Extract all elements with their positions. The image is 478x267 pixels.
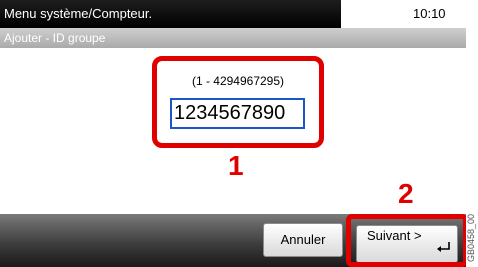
- screen-title: Menu système/Compteur.: [4, 6, 153, 21]
- callout-box-2: [346, 214, 468, 267]
- device-screen: Menu système/Compteur. 10:10 Ajouter - I…: [0, 0, 468, 267]
- cancel-button[interactable]: Annuler: [263, 223, 343, 257]
- figure-code-label: GB0458_00: [466, 213, 476, 262]
- clock: 10:10: [413, 6, 446, 21]
- range-hint: (1 - 4294967295): [191, 74, 285, 88]
- group-id-input[interactable]: 1234567890: [170, 98, 305, 129]
- callout-number-2: 2: [398, 178, 414, 209]
- title-bar-dark: Menu système/Compteur.: [0, 0, 341, 28]
- title-bar: Menu système/Compteur. 10:10: [0, 0, 466, 28]
- sub-header-bar: Ajouter - ID groupe: [0, 28, 466, 48]
- sub-header-title: Ajouter - ID groupe: [4, 31, 106, 45]
- callout-number-1: 1: [228, 150, 244, 181]
